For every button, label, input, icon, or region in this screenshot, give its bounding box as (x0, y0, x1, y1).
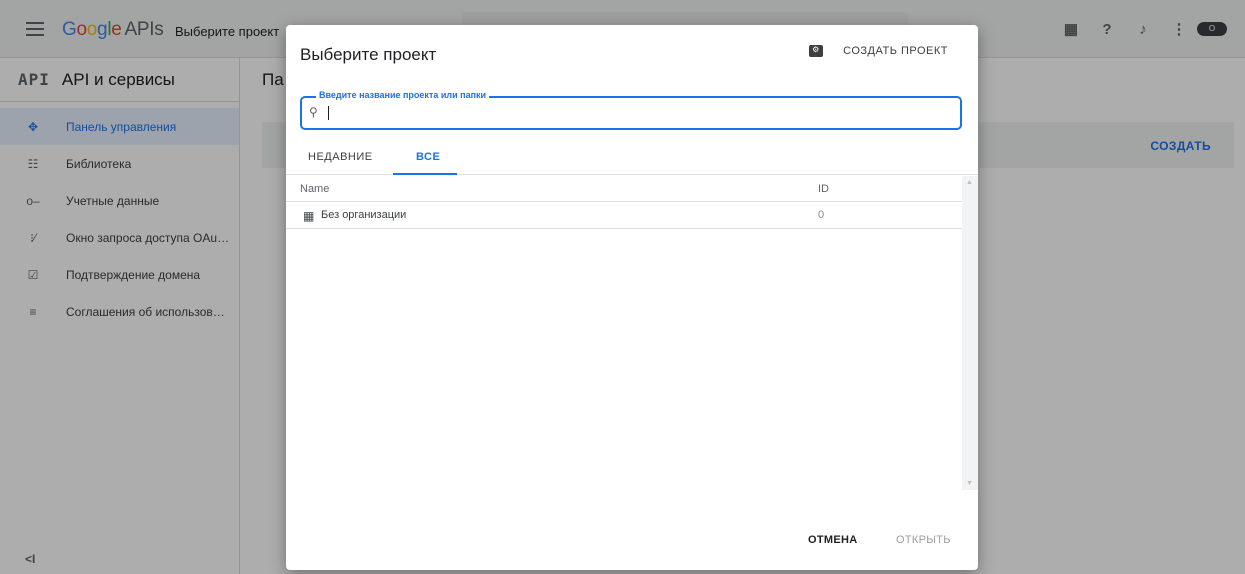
row-name: Без организации (321, 209, 407, 221)
select-project-dialog: Выберите проект СОЗДАТЬ ПРОЕКТ Введите н… (286, 25, 978, 570)
column-header-id[interactable]: ID (818, 183, 829, 195)
open-button[interactable]: ОТКРЫТЬ (896, 534, 951, 546)
text-cursor (328, 106, 329, 120)
active-tab-indicator (393, 173, 457, 175)
create-project-button[interactable]: СОЗДАТЬ ПРОЕКТ (809, 45, 948, 57)
table-scrollbar[interactable]: ▲ ▼ (962, 176, 978, 490)
table-row[interactable]: ▦ Без организации 0 (286, 202, 962, 229)
create-project-label: СОЗДАТЬ ПРОЕКТ (843, 45, 948, 57)
tab-all[interactable]: ВСЕ (416, 151, 440, 163)
search-input[interactable] (327, 104, 927, 122)
project-search-field[interactable]: Введите название проекта или папки ⚲ (300, 90, 962, 130)
projects-table: Name ID ▦ Без организации 0 (286, 176, 962, 526)
cancel-button[interactable]: ОТМЕНА (808, 534, 857, 546)
new-folder-icon (809, 45, 824, 57)
search-label: Введите название проекта или папки (316, 90, 490, 100)
column-header-name[interactable]: Name (300, 183, 329, 195)
tab-recent[interactable]: НЕДАВНИЕ (308, 151, 373, 163)
search-icon: ⚲ (309, 105, 318, 119)
dialog-tabs: НЕДАВНИЕ ВСЕ (286, 143, 978, 175)
row-id: 0 (818, 209, 825, 221)
organization-icon: ▦ (303, 209, 315, 223)
dialog-title: Выберите проект (300, 45, 437, 64)
table-header: Name ID (286, 176, 962, 202)
scroll-down-icon[interactable]: ▼ (966, 480, 973, 487)
scroll-up-icon[interactable]: ▲ (966, 179, 973, 186)
